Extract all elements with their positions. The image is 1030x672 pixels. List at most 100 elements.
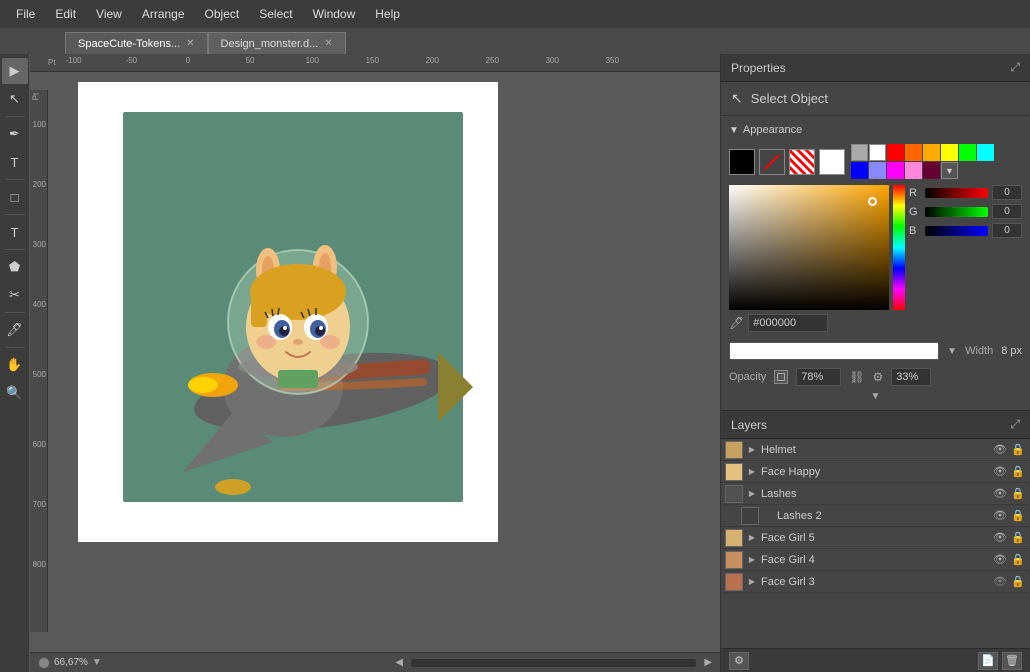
- layers-settings-btn[interactable]: ⚙: [729, 652, 749, 670]
- menu-view[interactable]: View: [88, 3, 130, 25]
- layer-item-facegirl4[interactable]: ▶ Face Girl 4 👁 🔒: [721, 549, 1030, 571]
- tool-direct-select[interactable]: ↖: [2, 86, 28, 112]
- palette-swatch-orange[interactable]: [905, 144, 922, 161]
- g-slider[interactable]: [925, 207, 988, 217]
- palette-swatch-red[interactable]: [887, 144, 904, 161]
- right-panel: Properties ⤢ ↖ Select Object ▼ Appearanc…: [720, 54, 1030, 672]
- layer-lock-facegirl3[interactable]: 🔒: [1010, 574, 1026, 590]
- hex-input[interactable]: [748, 314, 828, 332]
- menu-select[interactable]: Select: [251, 3, 300, 25]
- layers-delete-btn[interactable]: 🗑: [1002, 652, 1022, 670]
- tool-pen[interactable]: ✒: [2, 121, 28, 147]
- opacity-value[interactable]: [796, 368, 841, 386]
- tool-rectangle[interactable]: □: [2, 184, 28, 210]
- layer-item-helmet[interactable]: ▶ Helmet 👁 🔒: [721, 439, 1030, 461]
- swatch-black[interactable]: [729, 149, 755, 175]
- zoom-dropdown[interactable]: ▼: [92, 657, 102, 668]
- layers-new-btn[interactable]: 📄: [978, 652, 998, 670]
- palette-swatch-white[interactable]: [869, 144, 886, 161]
- swatch-white[interactable]: [819, 149, 845, 175]
- swatch-striped[interactable]: [789, 149, 815, 175]
- layer-vis-facegirl3[interactable]: 👁: [992, 574, 1008, 590]
- b-value[interactable]: [992, 223, 1022, 238]
- menu-object[interactable]: Object: [197, 3, 248, 25]
- select-object-row: ↖ Select Object: [721, 82, 1030, 116]
- opacity-linked-value[interactable]: [891, 368, 931, 386]
- properties-expand[interactable]: ⤢: [1010, 60, 1020, 75]
- scrollbar-horizontal[interactable]: [411, 659, 696, 667]
- swatch-none[interactable]: [759, 149, 785, 175]
- layer-expand-facegirl4[interactable]: ▶: [745, 553, 759, 567]
- layer-lock-lashes2[interactable]: 🔒: [1010, 508, 1026, 524]
- expand-more-icon[interactable]: ▼: [871, 391, 881, 402]
- tool-eyedropper[interactable]: 🖊: [2, 317, 28, 343]
- menu-window[interactable]: Window: [305, 3, 364, 25]
- layer-item-lashes2[interactable]: Lashes 2 👁 🔒: [721, 505, 1030, 527]
- canvas-viewport[interactable]: [48, 72, 720, 652]
- g-value[interactable]: [992, 204, 1022, 219]
- palette-swatch-purple[interactable]: [923, 162, 940, 179]
- palette-swatch-pink[interactable]: [905, 162, 922, 179]
- menu-arrange[interactable]: Arrange: [134, 3, 193, 25]
- palette-swatch-blue[interactable]: [851, 162, 868, 179]
- tool-text[interactable]: T: [2, 219, 28, 245]
- layer-vis-facegirl4[interactable]: 👁: [992, 552, 1008, 568]
- tool-fill[interactable]: ⬟: [2, 254, 28, 280]
- layer-vis-face-happy[interactable]: 👁: [992, 464, 1008, 480]
- palette-swatch-gray[interactable]: [851, 144, 868, 161]
- palette-swatch-cyan[interactable]: [977, 144, 994, 161]
- tool-zoom[interactable]: 🔍: [2, 380, 28, 406]
- tool-select[interactable]: ▶: [2, 58, 28, 84]
- layer-lock-facegirl4[interactable]: 🔒: [1010, 552, 1026, 568]
- tab-0-close[interactable]: ✕: [186, 38, 194, 49]
- palette-swatch-yellow[interactable]: [941, 144, 958, 161]
- tool-type[interactable]: T: [2, 149, 28, 175]
- layer-expand-facegirl5[interactable]: ▶: [745, 531, 759, 545]
- tab-1-close[interactable]: ✕: [324, 38, 332, 49]
- palette-swatch-green[interactable]: [959, 144, 976, 161]
- color-gradient-box[interactable]: [729, 185, 889, 310]
- palette-swatch-magenta[interactable]: [887, 162, 904, 179]
- layer-lock-facegirl5[interactable]: 🔒: [1010, 530, 1026, 546]
- palette-swatch-amber[interactable]: [923, 144, 940, 161]
- layers-expand-icon[interactable]: ⤢: [1010, 417, 1020, 432]
- toolbar-separator-4: [5, 249, 25, 250]
- layer-lock-lashes[interactable]: 🔒: [1010, 486, 1026, 502]
- r-slider[interactable]: [925, 188, 988, 198]
- r-value[interactable]: [992, 185, 1022, 200]
- layer-expand-lashes2[interactable]: [761, 509, 775, 523]
- scroll-right[interactable]: ▶: [704, 657, 712, 668]
- opacity-mode-icon[interactable]: ⚙: [873, 370, 884, 384]
- palette-swatch-violet[interactable]: [869, 162, 886, 179]
- menu-edit[interactable]: Edit: [47, 3, 84, 25]
- layer-item-facegirl3[interactable]: ▶ Face Girl 3 👁 🔒: [721, 571, 1030, 593]
- stroke-preview[interactable]: [729, 342, 939, 360]
- tab-0[interactable]: SpaceCute-Tokens... ✕: [65, 32, 208, 54]
- layer-lock-helmet[interactable]: 🔒: [1010, 442, 1026, 458]
- layer-expand-facegirl3[interactable]: ▶: [745, 575, 759, 589]
- layer-vis-helmet[interactable]: 👁: [992, 442, 1008, 458]
- layer-expand-helmet[interactable]: ▶: [745, 443, 759, 457]
- layer-item-face-happy[interactable]: ▶ Face Happy 👁 🔒: [721, 461, 1030, 483]
- layer-item-lashes[interactable]: ▶ Lashes 👁 🔒: [721, 483, 1030, 505]
- opacity-icon[interactable]: [774, 370, 788, 384]
- tool-scissors[interactable]: ✂: [2, 282, 28, 308]
- tab-1[interactable]: Design_monster.d... ✕: [208, 32, 346, 54]
- b-slider[interactable]: [925, 226, 988, 236]
- menu-file[interactable]: File: [8, 3, 43, 25]
- stroke-dropdown[interactable]: ▼: [947, 346, 957, 357]
- layer-expand-lashes[interactable]: ▶: [745, 487, 759, 501]
- appearance-collapse[interactable]: ▼: [729, 125, 739, 136]
- menu-help[interactable]: Help: [367, 3, 408, 25]
- layer-vis-facegirl5[interactable]: 👁: [992, 530, 1008, 546]
- layer-item-facegirl5[interactable]: ▶ Face Girl 5 👁 🔒: [721, 527, 1030, 549]
- spectrum-bar[interactable]: [893, 185, 905, 310]
- layer-vis-lashes2[interactable]: 👁: [992, 508, 1008, 524]
- palette-more[interactable]: ▼: [941, 162, 958, 179]
- eyedropper-icon[interactable]: 🖊: [729, 316, 744, 330]
- scroll-left[interactable]: ◀: [395, 657, 403, 668]
- layer-lock-face-happy[interactable]: 🔒: [1010, 464, 1026, 480]
- layer-expand-face-happy[interactable]: ▶: [745, 465, 759, 479]
- tool-hand[interactable]: ✋: [2, 352, 28, 378]
- layer-vis-lashes[interactable]: 👁: [992, 486, 1008, 502]
